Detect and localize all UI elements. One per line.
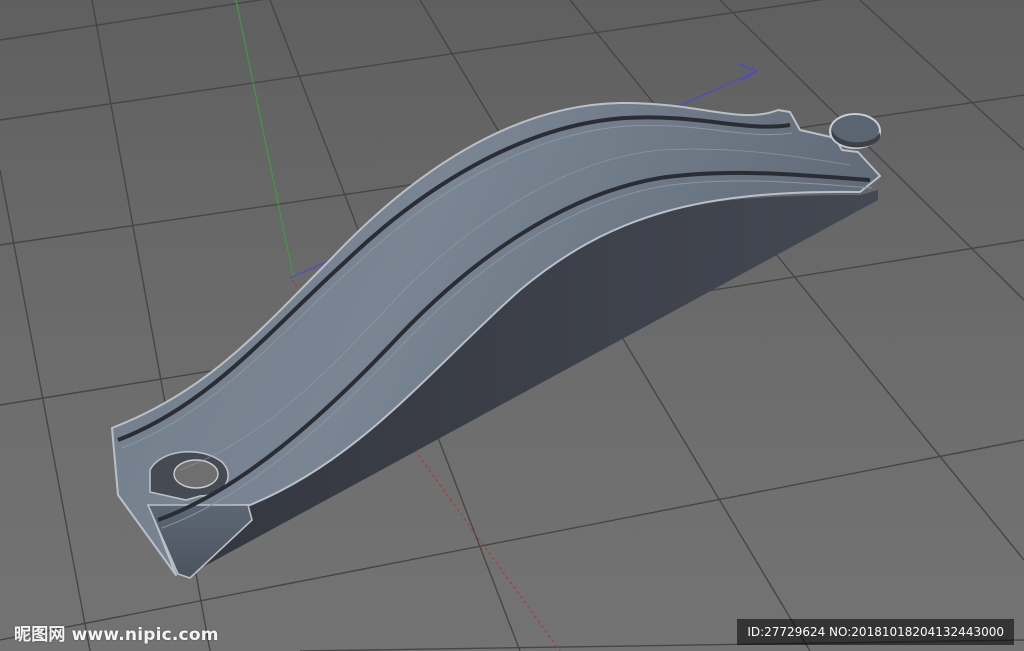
watermark-brand: 昵图网 bbox=[14, 625, 66, 645]
viewport-scene[interactable] bbox=[0, 0, 1024, 651]
3d-viewport[interactable]: 昵图网 www.nipic.com ID:27729624 NO:20181018… bbox=[0, 0, 1024, 651]
nipic-watermark: 昵图网 www.nipic.com bbox=[14, 620, 219, 645]
watermark-site: www.nipic.com bbox=[71, 625, 219, 645]
track-ramp-model[interactable] bbox=[111, 101, 881, 579]
y-axis bbox=[235, 0, 295, 281]
image-id-badge: ID:27729624 NO:20181018204132443000 bbox=[737, 619, 1014, 645]
left-socket-hole bbox=[173, 459, 219, 489]
image-id-text: ID:27729624 NO:20181018204132443000 bbox=[747, 625, 1004, 639]
